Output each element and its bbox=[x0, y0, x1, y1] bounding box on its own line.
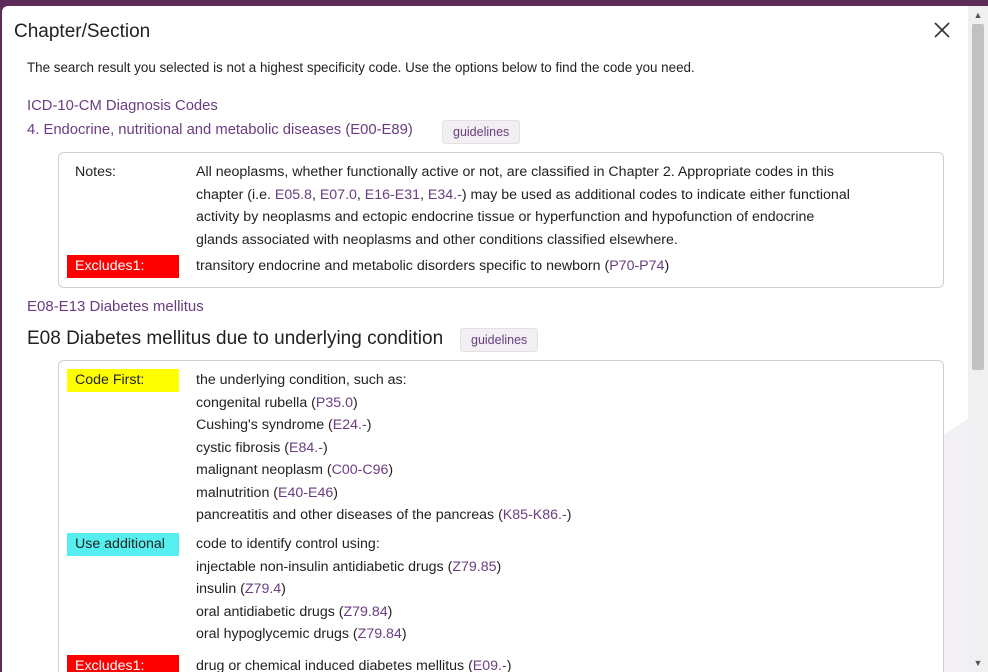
paren-close: ) bbox=[387, 603, 393, 620]
code-link[interactable]: E16-E31 bbox=[365, 187, 420, 203]
excludes1-text-body: transitory endocrine and metabolic disor… bbox=[196, 258, 610, 274]
use-additional-intro: code to identify control using: bbox=[196, 536, 380, 552]
paren-close: ) bbox=[281, 581, 286, 597]
code-link[interactable]: K85-K86.- bbox=[503, 507, 567, 523]
notes-line-1: All neoplasms, whether functionally acti… bbox=[196, 164, 834, 180]
breadcrumb-icd10cm-link[interactable]: ICD-10-CM Diagnosis Codes bbox=[27, 98, 218, 114]
notes-line-2: chapter (i.e. E05.8, E07.0, E16-E31, E34… bbox=[196, 186, 850, 203]
code-link[interactable]: E34.- bbox=[428, 187, 462, 203]
dialog-message: The search result you selected is not a … bbox=[27, 60, 695, 75]
list-item: pancreatitis and other diseases of the p… bbox=[196, 504, 571, 527]
paren-close: ) bbox=[401, 626, 407, 642]
list-item-text: malignant neoplasm ( bbox=[196, 462, 332, 478]
list-item-text: oral hypoglycemic drugs ( bbox=[196, 626, 358, 642]
notes-line-3: activity by neoplasms and ectopic endocr… bbox=[196, 209, 815, 225]
paren-close: ) bbox=[664, 258, 670, 274]
code-link[interactable]: E07.0 bbox=[320, 187, 357, 203]
scrollbar-thumb[interactable] bbox=[972, 24, 984, 370]
code-link[interactable]: E24.- bbox=[333, 417, 367, 433]
code-link[interactable]: Z79.84 bbox=[358, 626, 402, 642]
scroll-up-arrow-icon[interactable]: ▲ bbox=[972, 10, 984, 20]
chapter-section-dialog: Chapter/Section The search result you se… bbox=[2, 6, 968, 672]
dialog-title: Chapter/Section bbox=[14, 21, 151, 42]
vertical-scrollbar[interactable]: ▲ ▼ bbox=[968, 6, 988, 672]
list-item: malnutrition (E40-E46) bbox=[196, 482, 571, 505]
paren-close: ) bbox=[352, 394, 358, 411]
list-item: oral antidiabetic drugs (Z79.84) bbox=[196, 601, 501, 624]
use-additional-label: Use additional bbox=[67, 533, 179, 556]
list-item-text: cystic fibrosis ( bbox=[196, 439, 290, 456]
notes-line-2-prefix: chapter (i.e. bbox=[196, 186, 275, 203]
paren-close: ) bbox=[388, 462, 394, 478]
code-link[interactable]: Z79.85 bbox=[452, 559, 496, 575]
code-link[interactable]: E40-E46 bbox=[278, 485, 333, 501]
excludes1-label: Excludes1: bbox=[67, 655, 179, 672]
notes-line-2-suffix: ) may be used as additional codes to ind… bbox=[461, 186, 850, 203]
code-first-intro: the underlying condition, such as: bbox=[196, 372, 407, 388]
list-item: cystic fibrosis (E84.-) bbox=[196, 437, 571, 460]
paren-close: ) bbox=[333, 484, 338, 501]
code-link[interactable]: E09.- bbox=[473, 658, 507, 672]
list-item: oral hypoglycemic drugs (Z79.84) bbox=[196, 623, 501, 646]
list-item-text: Cushing's syndrome ( bbox=[196, 417, 333, 433]
paren-close: ) bbox=[506, 658, 512, 672]
code-link[interactable]: P35.0 bbox=[316, 395, 353, 411]
code-notes-box: Code First: the underlying condition, su… bbox=[58, 360, 944, 672]
list-item: Cushing's syndrome (E24.-) bbox=[196, 414, 571, 437]
code-link[interactable]: Z79.4 bbox=[245, 581, 281, 597]
paren-close: ) bbox=[322, 439, 328, 456]
chapter-guidelines-button[interactable]: guidelines bbox=[442, 120, 521, 144]
excludes1-text: drug or chemical induced diabetes mellit… bbox=[196, 655, 511, 672]
list-item-text: oral antidiabetic drugs ( bbox=[196, 603, 344, 620]
paren-close: ) bbox=[366, 417, 372, 433]
list-item: malignant neoplasm (C00-C96) bbox=[196, 459, 571, 482]
notes-text: All neoplasms, whether functionally acti… bbox=[196, 161, 886, 251]
scroll-down-arrow-icon[interactable]: ▼ bbox=[972, 658, 984, 668]
code-link[interactable]: E84.- bbox=[289, 440, 323, 456]
chapter-notes-box: Notes: All neoplasms, whether functional… bbox=[58, 152, 944, 288]
list-item: insulin (Z79.4) bbox=[196, 578, 501, 601]
code-title: E08 Diabetes mellitus due to underlying … bbox=[27, 328, 444, 349]
list-item: congenital rubella (P35.0) bbox=[196, 392, 571, 415]
code-link[interactable]: P70-P74 bbox=[609, 258, 664, 274]
paren-close: ) bbox=[496, 558, 502, 575]
paren-close: ) bbox=[566, 507, 572, 523]
notes-line-4: glands associated with neoplasms and oth… bbox=[196, 231, 678, 248]
breadcrumb-chapter-link[interactable]: 4. Endocrine, nutritional and metabolic … bbox=[27, 122, 413, 138]
excludes1-label: Excludes1: bbox=[67, 255, 179, 278]
excludes1-text-body: drug or chemical induced diabetes mellit… bbox=[196, 658, 473, 672]
code-link[interactable]: Z79.84 bbox=[343, 604, 387, 620]
list-item-text: pancreatitis and other diseases of the p… bbox=[196, 507, 503, 523]
code-first-list: the underlying condition, such as: conge… bbox=[196, 369, 571, 527]
code-link[interactable]: E05.8 bbox=[275, 187, 312, 203]
list-item: injectable non-insulin antidiabetic drug… bbox=[196, 556, 501, 579]
list-item-text: insulin ( bbox=[196, 581, 245, 597]
close-icon[interactable] bbox=[930, 18, 954, 42]
use-additional-list: code to identify control using: injectab… bbox=[196, 533, 501, 646]
list-item-text: congenital rubella ( bbox=[196, 394, 316, 411]
list-item-text: injectable non-insulin antidiabetic drug… bbox=[196, 558, 453, 575]
section-link[interactable]: E08-E13 Diabetes mellitus bbox=[27, 298, 204, 315]
code-first-label: Code First: bbox=[67, 369, 179, 392]
notes-label: Notes: bbox=[75, 164, 117, 180]
code-guidelines-button[interactable]: guidelines bbox=[460, 328, 539, 352]
excludes1-text: transitory endocrine and metabolic disor… bbox=[196, 255, 669, 278]
list-item-text: malnutrition ( bbox=[196, 484, 279, 501]
code-link[interactable]: C00-C96 bbox=[332, 462, 389, 478]
